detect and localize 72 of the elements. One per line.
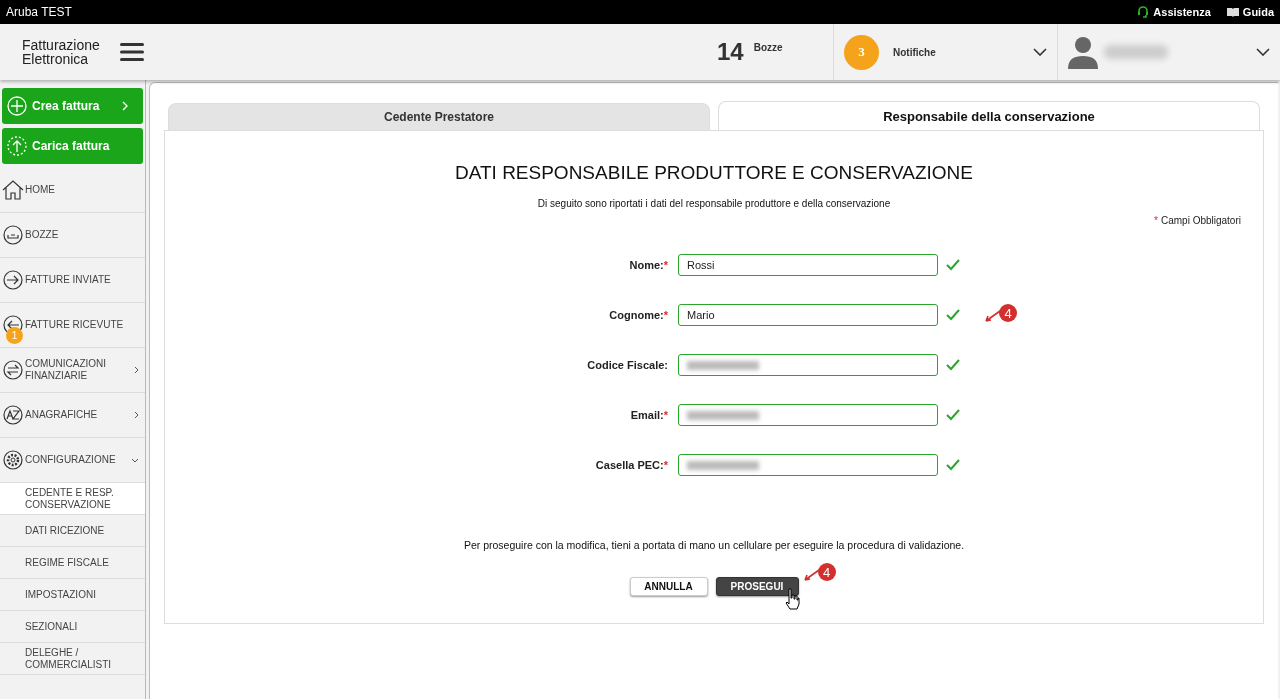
chevron-right-icon (134, 411, 139, 419)
input-field[interactable] (678, 404, 938, 426)
chevron-down-icon (131, 457, 139, 463)
field-label: Cognome:* (608, 309, 668, 321)
round-icon (2, 450, 23, 470)
sidebar-item[interactable]: FATTURE INVIATE (0, 258, 145, 303)
input-field[interactable]: Mario (678, 304, 938, 326)
required-mark: * (1154, 215, 1158, 226)
plus-circle-icon (7, 96, 27, 116)
tab[interactable]: Cedente Prestatore (168, 103, 710, 130)
blurred-value (687, 410, 759, 420)
input-field[interactable] (678, 354, 938, 376)
input-field[interactable] (678, 454, 938, 476)
sidebar-subitem[interactable]: CEDENTE E RESP. CONSERVAZIONE (0, 483, 145, 515)
logo-text: Fatturazione Elettronica (22, 38, 101, 66)
callout-number: 4 (817, 563, 836, 581)
field-label: Nome:* (628, 259, 668, 271)
avatar-icon (1068, 35, 1098, 69)
required-note: Campi Obbligatori (1160, 215, 1241, 226)
field-label: Casella PEC:* (594, 459, 668, 471)
check-icon (946, 359, 960, 371)
field-label: Codice Fiscale: (586, 359, 668, 371)
menu-icon[interactable] (120, 43, 144, 61)
hand-cursor-icon (783, 588, 800, 610)
callout-arrow-icon (983, 310, 1001, 324)
field-label: Email:* (629, 409, 668, 421)
form-subtitle: Di seguito sono riportati i dati del responsabile produttore e della conservazione (537, 198, 891, 209)
sidebar-item[interactable]: COMUNICAZIONI FINANZIARIE (0, 348, 145, 393)
round-icon (2, 225, 23, 245)
chevron-right-icon (134, 366, 139, 374)
tab[interactable]: Responsabile della conservazione (718, 101, 1260, 130)
check-icon (946, 459, 960, 471)
headset-icon (1137, 6, 1150, 18)
chevron-down-icon (1256, 48, 1270, 56)
notifications-menu[interactable]: 3 Notifiche (833, 24, 1057, 80)
sidebar-subitem[interactable]: REGIME FISCALE (0, 547, 145, 579)
notification-badge: 3 (844, 34, 879, 70)
check-icon (946, 409, 960, 421)
top-link[interactable]: Guida (1226, 6, 1274, 18)
round-icon (2, 360, 23, 380)
blurred-value (687, 360, 759, 370)
check-icon (946, 309, 960, 321)
chevron-right-icon (122, 101, 128, 111)
sidebar-subitem[interactable]: IMPOSTAZIONI (0, 579, 145, 611)
round-icon (2, 405, 23, 425)
drafts-count: 14 (717, 38, 744, 66)
round-icon (2, 270, 23, 290)
sidebar-subitem[interactable]: DATI RICEZIONE (0, 515, 145, 547)
blurred-value (687, 460, 759, 470)
form-button[interactable]: PROSEGUI (715, 577, 799, 596)
sidebar-item[interactable]: BOZZE (0, 213, 145, 258)
callout-number: 4 (999, 304, 1017, 322)
drafts-label: Bozze (753, 42, 783, 53)
count-badge: 1 (6, 327, 23, 344)
form-title: DATI RESPONSABILE PRODUTTORE E CONSERVAZIONE (455, 162, 973, 184)
sidebar-item[interactable]: ANAGRAFICHE (0, 393, 145, 438)
sidebar-subitem[interactable]: DELEGHE / COMMERCIALISTI (0, 643, 145, 675)
sidebar-item[interactable]: HOME (0, 168, 145, 213)
home-icon (1, 180, 24, 200)
book-icon (1226, 7, 1239, 17)
top-link[interactable]: Assistenza (1137, 6, 1211, 18)
sidebar-item[interactable]: 1 FATTURE RICEVUTE (0, 303, 145, 348)
app-title: Aruba TEST (6, 5, 72, 19)
check-icon (946, 259, 960, 271)
blurred-name (1104, 45, 1168, 59)
upload-circle-icon (7, 136, 27, 156)
notice-text: Per proseguire con la modifica, tieni a portata di mano un cellulare per eseguire la procedura di validazione. (463, 539, 965, 551)
form-button[interactable]: ANNULLA (629, 577, 708, 596)
input-field[interactable]: Rossi (678, 254, 938, 276)
chevron-down-icon (1033, 48, 1047, 56)
sidebar-subitem[interactable]: SEZIONALI (0, 611, 145, 643)
callout-arrow-icon (801, 569, 820, 583)
